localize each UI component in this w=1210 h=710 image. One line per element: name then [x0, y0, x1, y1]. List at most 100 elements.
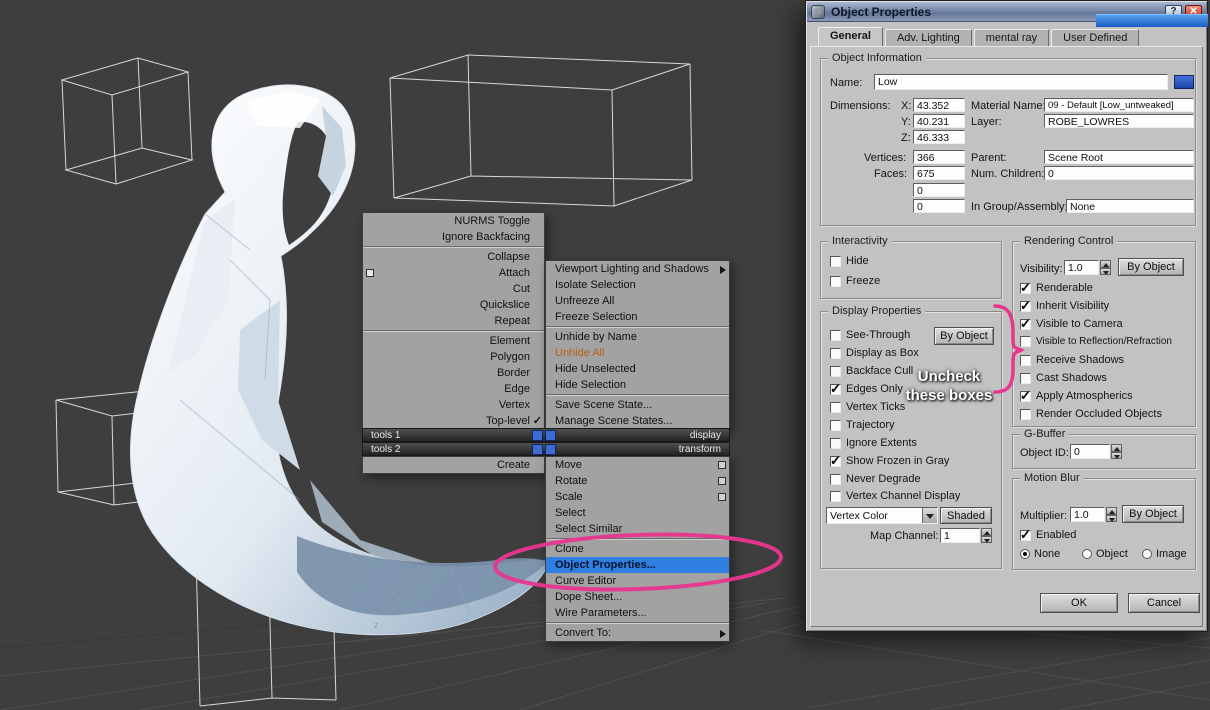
menu-item-create[interactable]: Create [363, 457, 544, 473]
menu-item[interactable]: Cut [363, 281, 544, 297]
menu-item[interactable]: Unhide by Name [546, 329, 729, 345]
checkbox[interactable] [830, 255, 841, 267]
object-color-swatch[interactable] [1174, 75, 1194, 89]
menu-item[interactable]: Border [363, 365, 544, 381]
menu-item[interactable]: Save Scene State... [546, 397, 729, 413]
checkbox[interactable] [830, 419, 841, 431]
quad-header-tools1[interactable]: tools 1 display [362, 428, 730, 442]
checkbox[interactable] [1020, 316, 1031, 332]
checkbox[interactable] [830, 329, 841, 341]
menu-item[interactable]: Viewport Lighting and Shadows [546, 261, 729, 277]
menu-item-object-properties[interactable]: Object Properties... [546, 557, 729, 573]
spinner-value[interactable]: 0 [1070, 444, 1110, 459]
checkbox[interactable] [1020, 388, 1031, 404]
multiplier-spinner[interactable]: 1.0 [1070, 507, 1117, 522]
menu-item[interactable]: Edge [363, 381, 544, 397]
quad-header-tools2[interactable]: tools 2 transform [362, 442, 730, 456]
visibility-spinner[interactable]: 1.0 [1064, 260, 1111, 275]
spinner-down-icon[interactable] [1100, 267, 1111, 275]
checkbox[interactable] [1020, 372, 1031, 384]
menu-item-label: Create [496, 459, 530, 471]
menu-item[interactable]: Dope Sheet... [546, 589, 729, 605]
menu-item[interactable]: Wire Parameters... [546, 605, 729, 621]
menu-item[interactable]: Repeat [363, 313, 544, 329]
spinner-down-icon[interactable] [981, 535, 992, 543]
checkbox[interactable] [830, 347, 841, 359]
spinner-value[interactable]: 1.0 [1070, 507, 1105, 522]
menu-divider [546, 394, 729, 396]
menu-item[interactable]: Hide Selection [546, 377, 729, 393]
cancel-button[interactable]: Cancel [1128, 593, 1200, 613]
checkbox[interactable] [830, 365, 841, 377]
checkbox[interactable] [830, 473, 841, 485]
menu-item[interactable]: Element [363, 333, 544, 349]
display-by-object-button[interactable]: By Object [934, 327, 994, 345]
menu-item[interactable]: Select [546, 505, 729, 521]
menu-item[interactable]: Select Similar [546, 521, 729, 537]
checkbox[interactable] [830, 490, 841, 502]
checkbox[interactable] [1020, 336, 1031, 347]
menu-item[interactable]: Isolate Selection [546, 277, 729, 293]
spinner-value[interactable]: 1 [940, 528, 980, 543]
radio-button[interactable] [1082, 549, 1092, 559]
checkbox[interactable] [830, 401, 841, 413]
menu-item[interactable]: Convert To: [546, 625, 729, 641]
settings-box-icon[interactable] [718, 492, 726, 501]
object-id-spinner[interactable]: 0 [1070, 444, 1122, 459]
settings-box-icon[interactable] [718, 476, 726, 485]
tab-mental-ray[interactable]: mental ray [973, 29, 1050, 46]
menu-item[interactable]: Polygon [363, 349, 544, 365]
rendering-by-object-button[interactable]: By Object [1118, 258, 1184, 276]
checkbox[interactable] [1020, 280, 1031, 296]
menu-item-top-level[interactable]: Top-level [363, 413, 544, 429]
menu-item[interactable]: Vertex [363, 397, 544, 413]
spinner-down-icon[interactable] [1111, 451, 1122, 459]
radio-button[interactable] [1142, 549, 1152, 559]
menu-item[interactable]: Collapse [363, 249, 544, 265]
checkbox[interactable] [1020, 298, 1031, 314]
checkbox[interactable] [1020, 408, 1031, 420]
checkbox[interactable] [830, 437, 841, 449]
checkbox[interactable] [830, 453, 841, 469]
spinner-down-icon[interactable] [1106, 514, 1117, 522]
menu-item[interactable]: Move [546, 457, 729, 473]
menu-item-unhide-all[interactable]: Unhide All [546, 345, 729, 361]
checkbox-label: Enabled [1036, 529, 1077, 541]
spinner-up-icon[interactable] [1106, 507, 1117, 515]
menu-item[interactable]: Freeze Selection [546, 309, 729, 325]
menu-item[interactable]: Quickslice [363, 297, 544, 313]
checkbox[interactable] [830, 381, 841, 397]
tab-user-defined[interactable]: User Defined [1051, 29, 1140, 46]
menu-item[interactable]: Ignore Backfacing [363, 229, 544, 245]
checkbox[interactable] [830, 275, 841, 287]
tab-general[interactable]: General [818, 27, 883, 46]
motion-blur-by-object-button[interactable]: By Object [1122, 505, 1184, 523]
spinner-up-icon[interactable] [981, 528, 992, 536]
menu-item[interactable]: Scale [546, 489, 729, 505]
checkbox[interactable] [1020, 354, 1031, 366]
dropdown-arrow-icon[interactable] [922, 508, 937, 523]
menu-item[interactable]: Unfreeze All [546, 293, 729, 309]
menu-item[interactable]: Hide Unselected [546, 361, 729, 377]
menu-item[interactable]: Clone [546, 541, 729, 557]
settings-box-icon[interactable] [366, 269, 374, 277]
map-channel-spinner[interactable]: 1 [940, 528, 992, 543]
ok-button[interactable]: OK [1040, 593, 1118, 613]
spinner-up-icon[interactable] [1100, 260, 1111, 268]
name-field[interactable]: Low [874, 74, 1168, 90]
menu-item[interactable]: NURMS Toggle [363, 213, 544, 229]
background-window-fragment [1096, 14, 1208, 27]
group-title: G-Buffer [1020, 428, 1070, 440]
checkbox[interactable] [1020, 527, 1031, 543]
menu-item[interactable]: Curve Editor [546, 573, 729, 589]
spinner-value[interactable]: 1.0 [1064, 260, 1099, 275]
radio-button[interactable] [1020, 549, 1030, 559]
menu-item[interactable]: Attach [363, 265, 544, 281]
vertex-color-dropdown[interactable]: Vertex Color [826, 507, 938, 524]
menu-item[interactable]: Manage Scene States... [546, 413, 729, 429]
settings-box-icon[interactable] [718, 460, 726, 469]
tab-adv-lighting[interactable]: Adv. Lighting [884, 29, 972, 46]
shaded-button[interactable]: Shaded [940, 507, 992, 524]
spinner-up-icon[interactable] [1111, 444, 1122, 452]
menu-item[interactable]: Rotate [546, 473, 729, 489]
